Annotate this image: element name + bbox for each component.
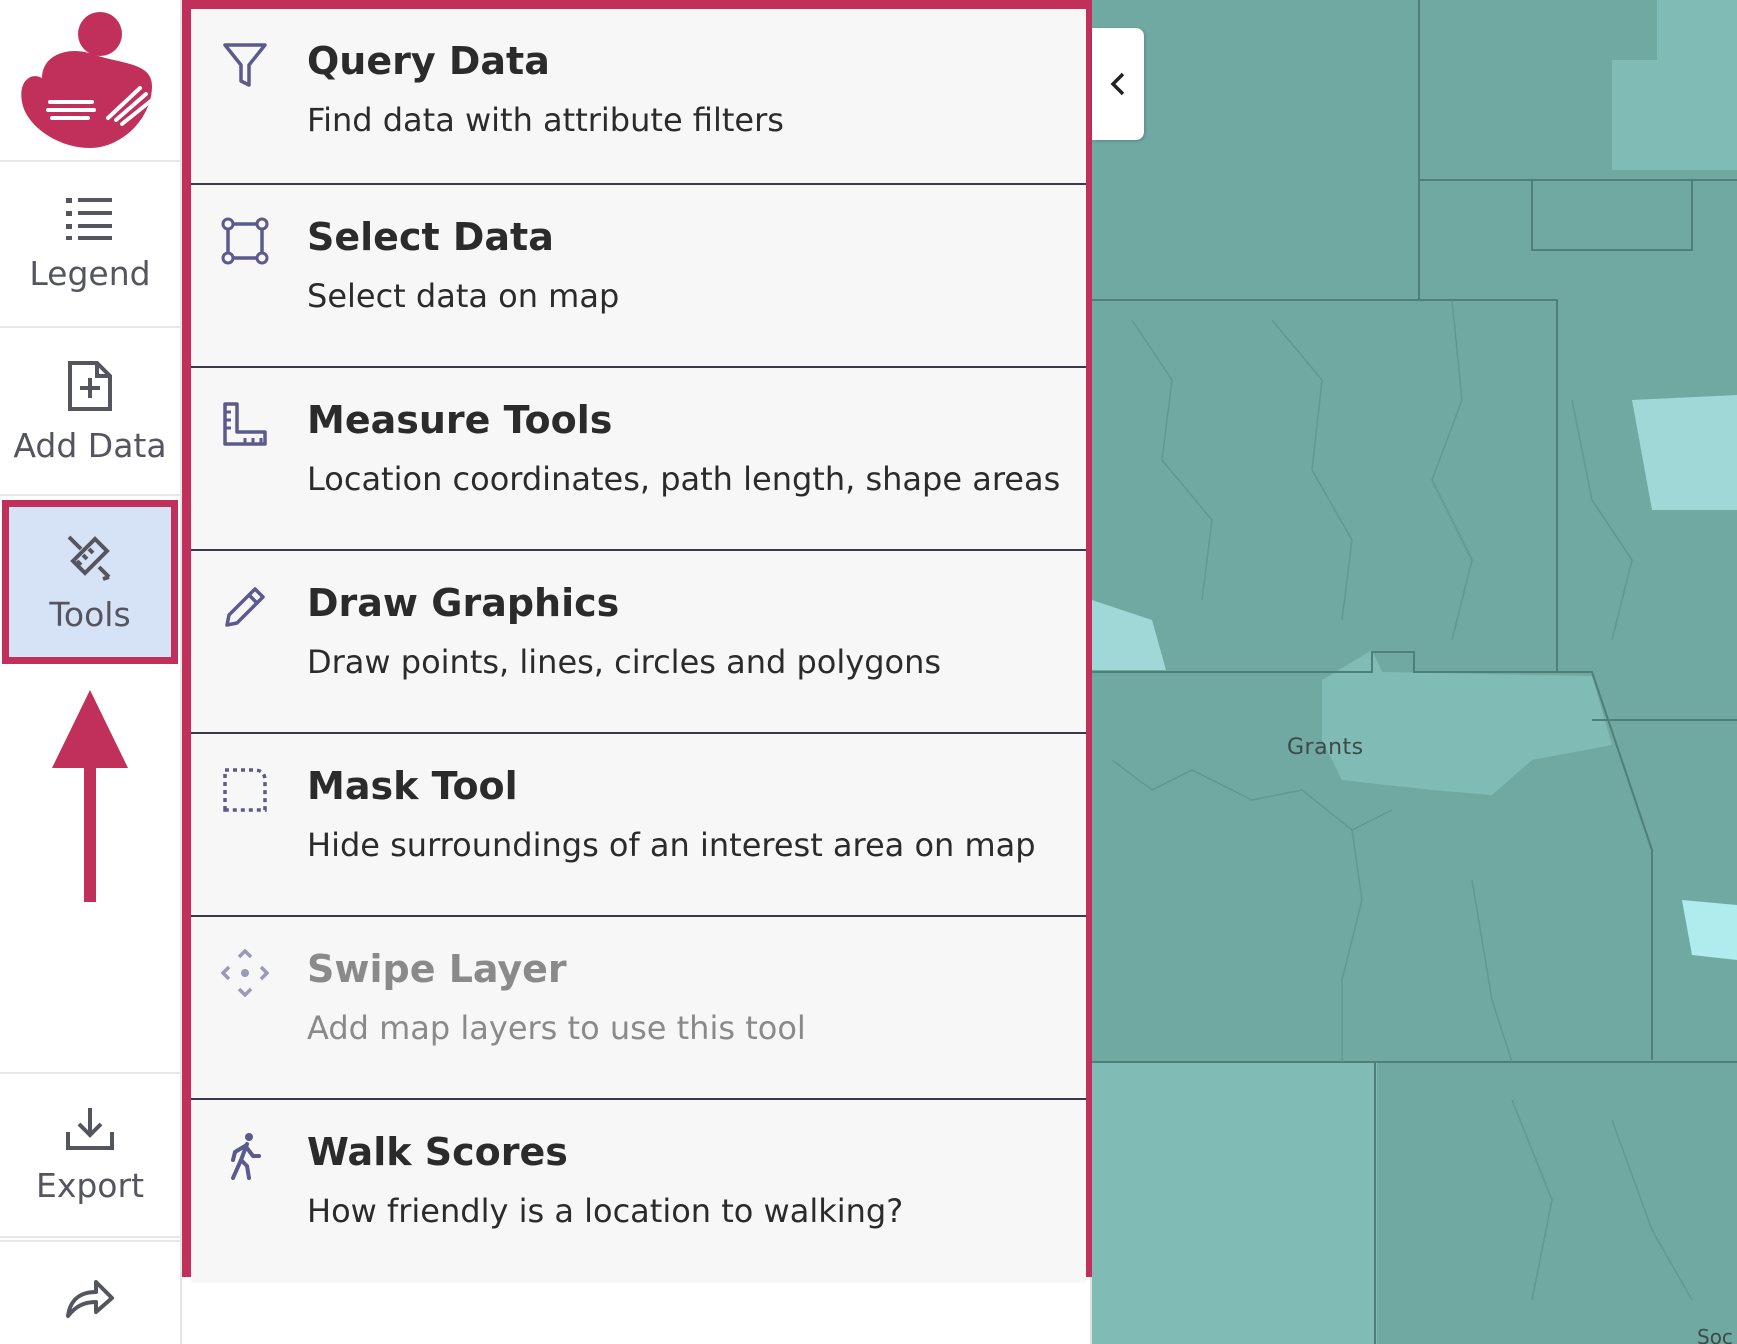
tool-title: Walk Scores — [307, 1130, 568, 1174]
tool-title: Mask Tool — [307, 764, 518, 808]
swipe-icon — [221, 949, 269, 997]
sidebar-item-add-data[interactable]: Add Data — [0, 330, 180, 496]
tool-title: Query Data — [307, 39, 550, 83]
walking-icon — [231, 1133, 261, 1180]
sidebar-item-export[interactable]: Export — [0, 1072, 180, 1238]
app-logo[interactable] — [0, 0, 180, 162]
tools-icon — [67, 535, 111, 581]
map-city-label: Grants — [1287, 735, 1364, 760]
list-icon — [66, 197, 112, 240]
sidebar: Legend Add Data Tools Export — [0, 0, 182, 1344]
tool-description: Select data on map — [307, 277, 620, 315]
annotation-arrow — [50, 690, 130, 909]
select-box-icon — [221, 217, 269, 265]
tool-draw-graphics[interactable]: Draw Graphics Draw points, lines, circle… — [191, 551, 1086, 734]
tool-title: Measure Tools — [307, 398, 613, 442]
tool-walk-scores[interactable]: Walk Scores How friendly is a location t… — [191, 1100, 1086, 1283]
add-file-icon — [68, 360, 112, 411]
ruler-icon — [223, 402, 267, 446]
tool-description: Hide surroundings of an interest area on… — [307, 826, 1036, 864]
tool-swipe-layer: Swipe Layer Add map layers to use this t… — [191, 917, 1086, 1100]
pencil-icon — [225, 587, 265, 627]
sidebar-item-label: Tools — [49, 594, 131, 634]
collapse-panel-button[interactable] — [1092, 28, 1144, 140]
download-icon — [66, 1107, 114, 1150]
map-boundaries — [1092, 0, 1737, 1344]
sidebar-item-label: Export — [35, 1165, 145, 1205]
sidebar-item-tools[interactable]: Tools — [2, 500, 178, 664]
mask-icon — [223, 768, 267, 812]
tool-title: Draw Graphics — [307, 581, 620, 625]
sidebar-item-legend[interactable]: Legend — [0, 162, 180, 328]
tool-mask-tool[interactable]: Mask Tool Hide surroundings of an intere… — [191, 734, 1086, 917]
sidebar-item-label: Add Data — [13, 425, 167, 465]
tool-measure-tools[interactable]: Measure Tools Location coordinates, path… — [191, 368, 1086, 551]
logo-icon — [21, 12, 154, 148]
chevron-left-icon — [1110, 72, 1125, 96]
share-icon — [66, 1280, 114, 1318]
tool-title: Swipe Layer — [307, 947, 567, 991]
map-view[interactable]: Grants Soc — [1092, 0, 1737, 1344]
tool-description: How friendly is a location to walking? — [307, 1192, 904, 1230]
tools-panel: Query Data Find data with attribute filt… — [182, 0, 1095, 1283]
map-city-label-partial: Soc — [1697, 1325, 1733, 1344]
filter-icon — [223, 43, 267, 87]
tool-description: Location coordinates, path length, shape… — [307, 460, 1061, 498]
tool-description: Add map layers to use this tool — [307, 1009, 806, 1047]
tool-description: Draw points, lines, circles and polygons — [307, 643, 942, 681]
tool-query-data[interactable]: Query Data Find data with attribute filt… — [191, 9, 1086, 185]
sidebar-item-share[interactable] — [0, 1240, 180, 1344]
tool-description: Find data with attribute filters — [307, 101, 784, 139]
tool-select-data[interactable]: Select Data Select data on map — [191, 185, 1086, 368]
tool-title: Select Data — [307, 215, 554, 259]
sidebar-item-label: Legend — [29, 253, 151, 293]
